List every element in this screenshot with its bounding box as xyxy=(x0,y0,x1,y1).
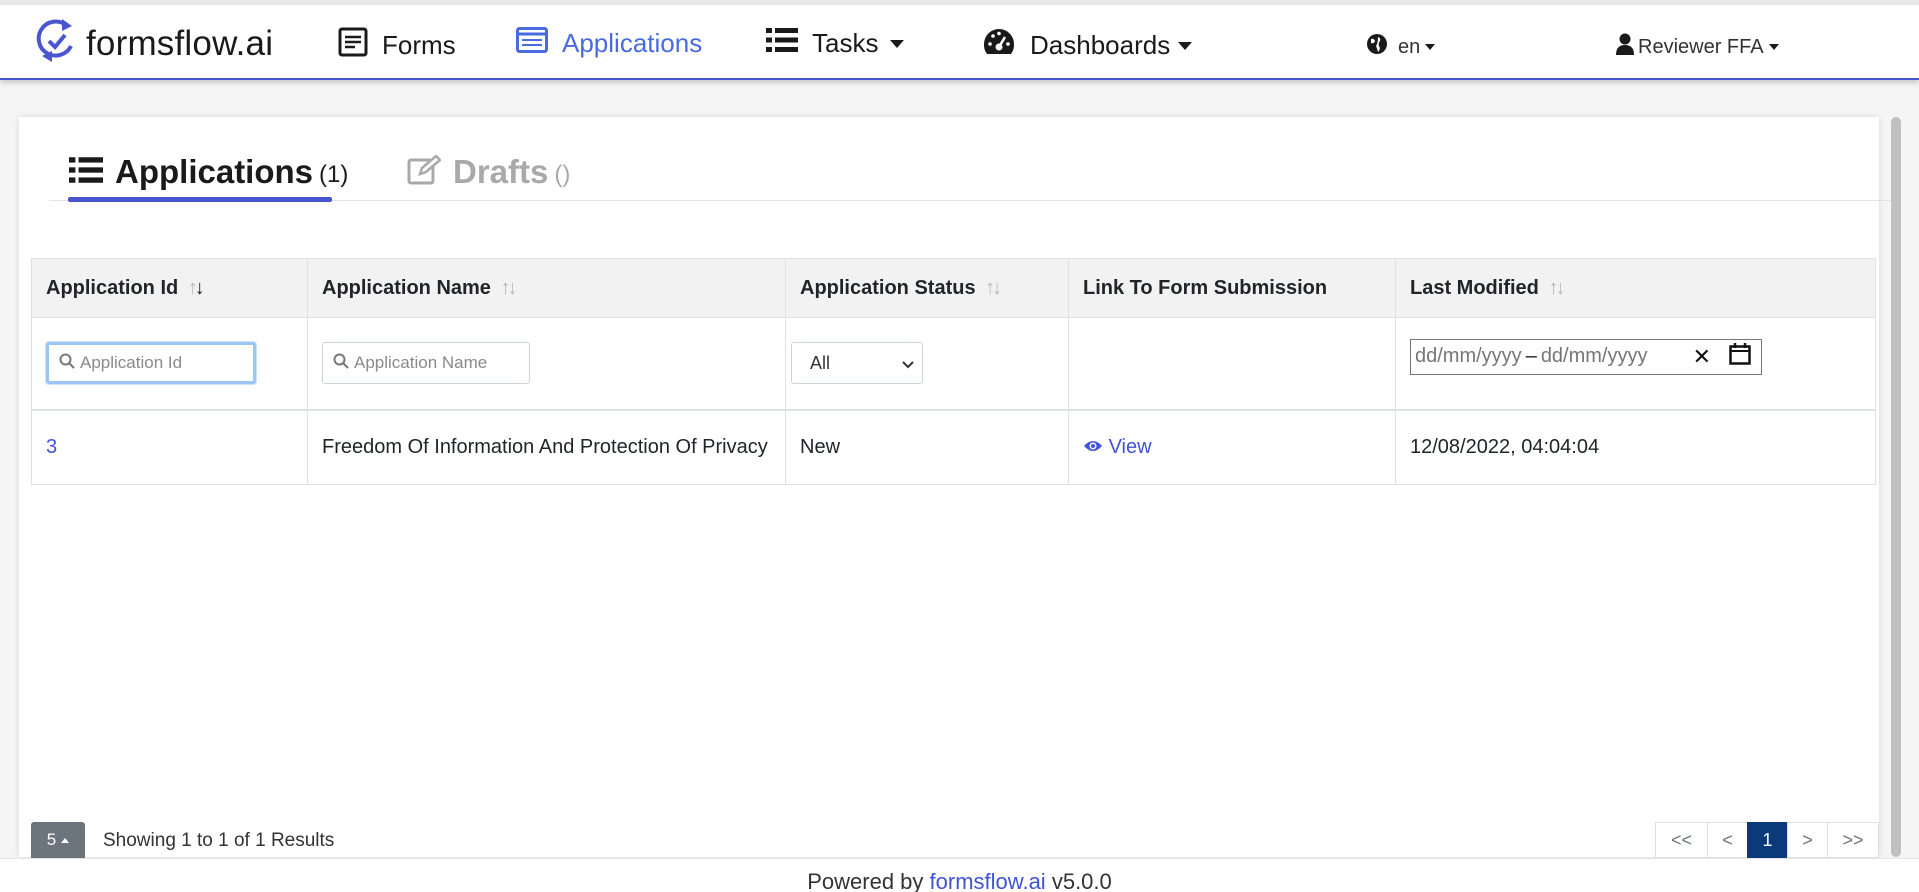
filter-cell: dd/mm/yyyy – dd/mm/yyyy ✕ xyxy=(1395,317,1876,411)
first-page-button[interactable]: << xyxy=(1655,822,1707,858)
application-id-link[interactable]: 3 xyxy=(46,436,57,458)
eye-icon xyxy=(1083,436,1109,458)
nav-tasks[interactable]: Tasks xyxy=(766,27,905,60)
header-application-id[interactable]: Application Id ↑↓ xyxy=(31,258,308,318)
cell-application-id[interactable]: 3 xyxy=(31,409,308,485)
chevron-down-icon xyxy=(902,353,914,374)
application-id-placeholder: Application Id xyxy=(80,353,183,373)
tab-drafts-label: Drafts xyxy=(453,153,549,190)
user-icon xyxy=(1616,33,1634,61)
dashboard-icon xyxy=(982,27,1016,64)
page-footer: Powered by formsflow.ai v5.0.0 xyxy=(0,858,1919,892)
search-icon xyxy=(59,353,75,374)
sort-icon[interactable]: ↑↓ xyxy=(188,277,205,300)
nav-dashboards-label: Dashboards xyxy=(1030,30,1171,60)
header-label: Link To Form Submission xyxy=(1083,276,1328,299)
chevron-down-icon xyxy=(890,39,905,48)
vertical-scrollbar[interactable] xyxy=(1891,117,1901,857)
tab-applications-count: (1) xyxy=(319,161,349,188)
calendar-icon[interactable] xyxy=(1729,342,1751,371)
view-link-label: View xyxy=(1108,435,1152,458)
table-row: 3 Freedom Of Information And Protection … xyxy=(31,409,1876,485)
list-icon xyxy=(69,156,115,189)
tab-applications-label: Applications xyxy=(115,153,314,190)
tab-applications[interactable]: Applications (1) xyxy=(69,153,348,191)
cell-application-status: New xyxy=(785,409,1069,485)
tabs-bar: Applications (1) Drafts () xyxy=(49,153,1899,202)
caret-up-icon xyxy=(61,837,70,843)
results-summary: Showing 1 to 1 of 1 Results xyxy=(103,830,335,851)
header-label: Application Id xyxy=(46,276,179,299)
edit-icon xyxy=(407,153,453,190)
cell-application-name: Freedom Of Information And Protection Of… xyxy=(307,409,786,485)
nav-applications-label: Applications xyxy=(562,28,703,58)
active-tab-indicator xyxy=(68,197,332,202)
nav-dashboards[interactable]: Dashboards xyxy=(982,27,1193,64)
header-label: Application Status xyxy=(800,276,976,299)
search-icon xyxy=(333,353,349,374)
last-page-button[interactable]: >> xyxy=(1827,822,1879,858)
tab-drafts-count: () xyxy=(554,161,571,188)
language-label: en xyxy=(1398,35,1421,58)
filter-cell xyxy=(1068,317,1396,411)
header-label: Application Name xyxy=(322,276,491,299)
page-size-value: 5 xyxy=(46,830,57,849)
language-dropdown[interactable]: en xyxy=(1366,33,1436,61)
applications-card: Applications (1) Drafts () Application I… xyxy=(19,117,1899,857)
brand-name: formsflow.ai xyxy=(86,23,274,63)
last-modified-date-range[interactable]: dd/mm/yyyy – dd/mm/yyyy ✕ xyxy=(1410,338,1762,375)
nav-tasks-label: Tasks xyxy=(812,28,879,58)
view-submission-link[interactable]: View xyxy=(1083,436,1152,458)
applications-icon xyxy=(516,27,548,60)
applications-table: Application Id ↑↓ Application Name ↑↓ Ap… xyxy=(31,258,1876,485)
filter-cell: All xyxy=(785,317,1069,411)
header-application-name[interactable]: Application Name ↑↓ xyxy=(307,258,786,318)
sort-icon[interactable]: ↑↓ xyxy=(985,277,1002,300)
brand-logo[interactable]: formsflow.ai xyxy=(36,16,273,71)
status-filter-select[interactable]: All xyxy=(791,342,923,385)
date-from-placeholder[interactable]: dd/mm/yyyy xyxy=(1415,345,1522,368)
nav-forms-label: Forms xyxy=(382,30,456,60)
globe-icon xyxy=(1366,33,1388,61)
date-to-placeholder[interactable]: dd/mm/yyyy xyxy=(1541,345,1648,368)
next-page-button[interactable]: > xyxy=(1787,822,1827,858)
table-header-row: Application Id ↑↓ Application Name ↑↓ Ap… xyxy=(31,258,1876,318)
chevron-down-icon xyxy=(1178,41,1193,50)
application-name-placeholder: Application Name xyxy=(354,353,488,373)
user-dropdown[interactable]: Reviewer FFA xyxy=(1616,33,1779,61)
application-id-filter-input[interactable]: Application Id xyxy=(46,342,256,385)
filter-cell: Application Name xyxy=(307,317,786,411)
filter-cell: Application Id xyxy=(31,317,308,411)
date-range-separator: – xyxy=(1525,345,1537,368)
sort-icon[interactable]: ↑↓ xyxy=(1548,277,1565,300)
chevron-down-icon xyxy=(1425,44,1436,50)
cell-link: View xyxy=(1068,409,1396,485)
filter-row: Application Id Application Name All dd/m… xyxy=(31,317,1876,411)
formsflow-logo-icon xyxy=(36,16,78,71)
footer-version: v5.0.0 xyxy=(1051,869,1112,892)
tab-drafts[interactable]: Drafts () xyxy=(407,153,570,191)
footer-prefix: Powered by xyxy=(807,869,924,892)
header-label: Last Modified xyxy=(1410,276,1539,299)
status-selected-value: All xyxy=(810,352,831,373)
application-name-filter-input[interactable]: Application Name xyxy=(322,342,530,385)
chevron-down-icon xyxy=(1768,44,1779,50)
page-1-button[interactable]: 1 xyxy=(1747,822,1787,858)
clear-icon[interactable]: ✕ xyxy=(1693,344,1711,370)
header-last-modified[interactable]: Last Modified ↑↓ xyxy=(1395,258,1876,318)
page-size-dropdown[interactable]: 5 xyxy=(31,822,85,858)
nav-applications[interactable]: Applications xyxy=(516,27,702,60)
header-link-to-submission: Link To Form Submission xyxy=(1068,258,1396,318)
nav-forms[interactable]: Forms xyxy=(338,27,456,64)
pagination-controls: << < 1 > >> xyxy=(1655,822,1879,858)
user-name: Reviewer FFA xyxy=(1638,35,1764,58)
header-application-status[interactable]: Application Status ↑↓ xyxy=(785,258,1069,318)
sort-icon[interactable]: ↑↓ xyxy=(500,277,517,300)
list-icon xyxy=(766,27,798,60)
cell-last-modified: 12/08/2022, 04:04:04 xyxy=(1395,409,1876,485)
previous-page-button[interactable]: < xyxy=(1707,822,1747,858)
footer-formsflow-link[interactable]: formsflow.ai xyxy=(930,869,1046,892)
forms-icon xyxy=(338,27,368,64)
top-navbar: formsflow.ai Forms Applications Tasks Da… xyxy=(0,0,1919,80)
